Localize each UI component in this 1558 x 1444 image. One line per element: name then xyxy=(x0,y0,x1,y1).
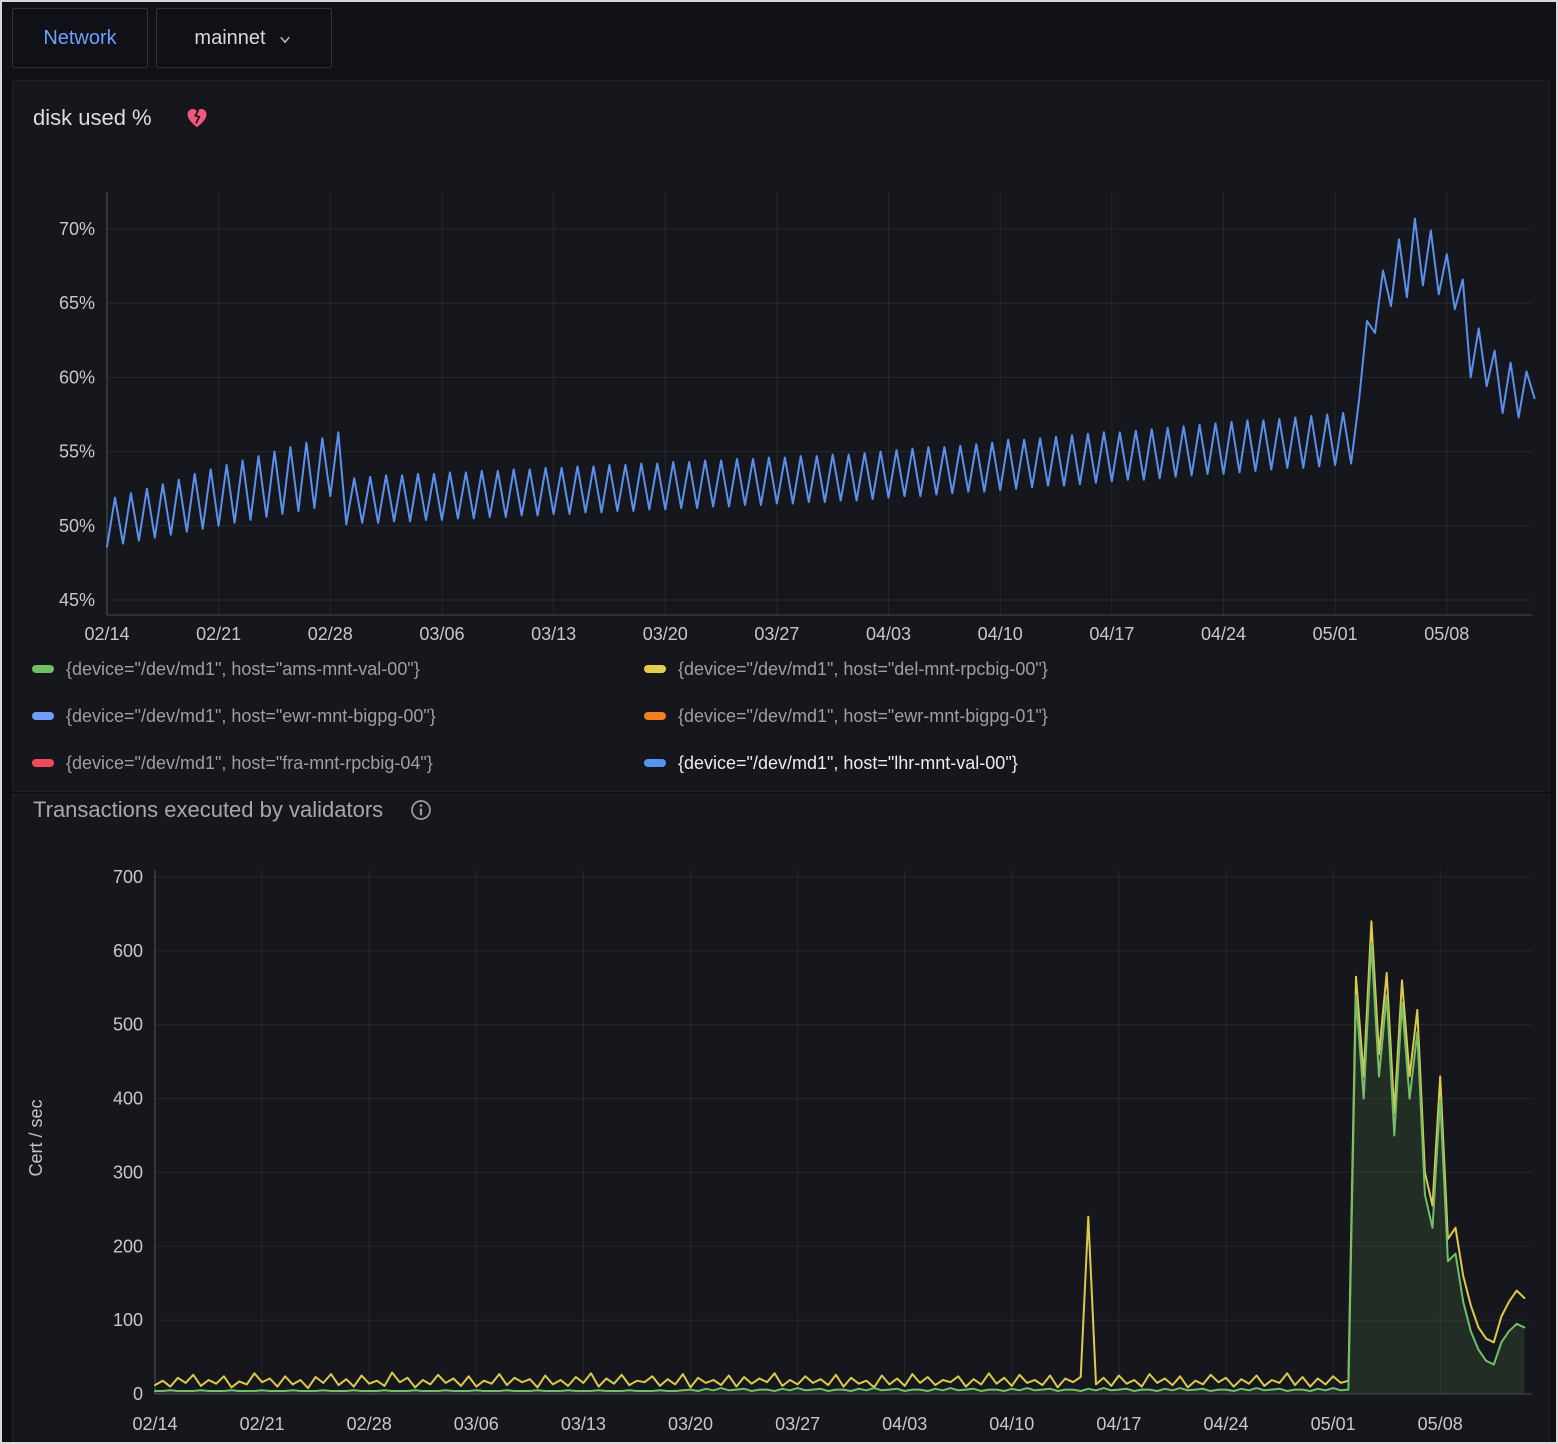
network-label-text: Network xyxy=(43,27,116,50)
heart-break-icon xyxy=(184,106,210,130)
legend-item[interactable]: {device="/dev/md1", host="ewr-mnt-bigpg-… xyxy=(644,701,1256,731)
variable-bar: Network mainnet xyxy=(2,2,1556,78)
network-value-text: mainnet xyxy=(194,27,265,50)
network-variable-dropdown[interactable]: mainnet xyxy=(156,8,332,68)
panel-title-transactions[interactable]: Transactions executed by validators xyxy=(33,797,383,823)
grafana-dashboard: Network mainnet disk used % {device="/de… xyxy=(0,0,1558,1444)
legend-item-label: {device="/dev/md1", host="del-mnt-rpcbig… xyxy=(678,659,1048,680)
legend-color-chip xyxy=(644,759,666,767)
legend-item[interactable]: {device="/dev/md1", host="lhr-mnt-val-00… xyxy=(644,748,1256,778)
panel-transactions: Transactions executed by validators xyxy=(12,794,1550,1444)
legend-color-chip xyxy=(644,712,666,720)
info-circle-icon[interactable] xyxy=(409,798,433,822)
legend-color-chip xyxy=(32,759,54,767)
legend-color-chip xyxy=(644,665,666,673)
legend-item[interactable]: {device="/dev/md1", host="ams-mnt-val-00… xyxy=(32,654,644,684)
legend-item-label: {device="/dev/md1", host="ewr-mnt-bigpg-… xyxy=(66,706,436,727)
panel-title-disk-used[interactable]: disk used % xyxy=(33,105,152,131)
chevron-down-icon xyxy=(276,31,294,49)
legend-color-chip xyxy=(32,665,54,673)
legend: {device="/dev/md1", host="ams-mnt-val-00… xyxy=(32,654,1302,778)
legend-item-label: {device="/dev/md1", host="ewr-mnt-bigpg-… xyxy=(678,706,1048,727)
legend-item-label: {device="/dev/md1", host="fra-mnt-rpcbig… xyxy=(66,753,433,774)
network-variable-label: Network xyxy=(12,8,148,68)
legend-item-label: {device="/dev/md1", host="ams-mnt-val-00… xyxy=(66,659,420,680)
legend-item[interactable]: {device="/dev/md1", host="fra-mnt-rpcbig… xyxy=(32,748,644,778)
legend-item-label: {device="/dev/md1", host="lhr-mnt-val-00… xyxy=(678,753,1018,774)
legend-item[interactable]: {device="/dev/md1", host="ewr-mnt-bigpg-… xyxy=(32,701,644,731)
tx-y-axis-label: Cert / sec xyxy=(26,1043,52,1233)
legend-color-chip xyxy=(32,712,54,720)
legend-item[interactable]: {device="/dev/md1", host="del-mnt-rpcbig… xyxy=(644,654,1256,684)
